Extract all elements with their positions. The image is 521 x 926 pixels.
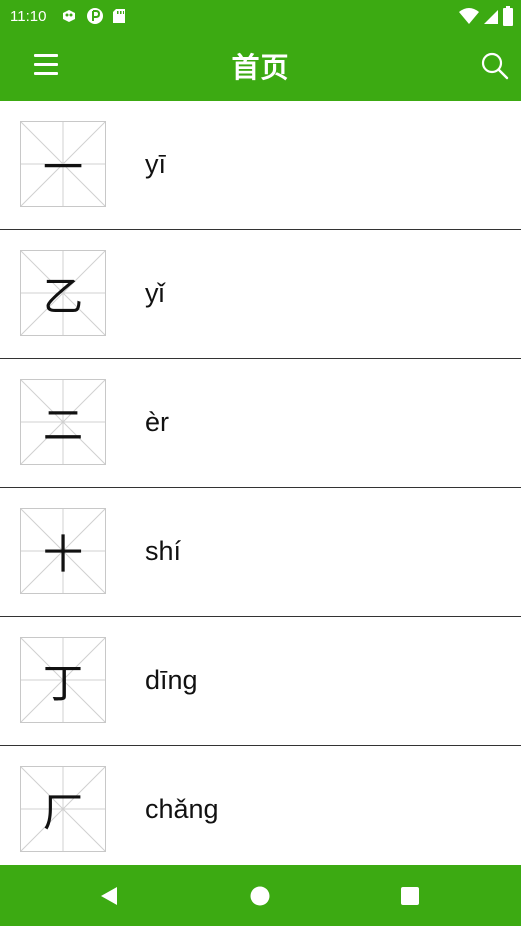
status-icons-left bbox=[60, 7, 126, 25]
page-title: 首页 bbox=[231, 51, 290, 84]
recents-icon bbox=[401, 887, 419, 905]
search-button[interactable] bbox=[481, 52, 509, 80]
back-button[interactable] bbox=[96, 883, 122, 909]
recents-button[interactable] bbox=[397, 883, 423, 909]
character: 一 bbox=[43, 145, 83, 191]
character: 十 bbox=[43, 532, 83, 578]
pinyin-label: shí bbox=[145, 536, 182, 566]
list-item[interactable]: 厂 chǎng bbox=[0, 746, 521, 865]
list-item[interactable]: 二 èr bbox=[0, 359, 521, 488]
pinyin-label: yī bbox=[145, 149, 167, 179]
signal-icon bbox=[484, 10, 498, 24]
list-item[interactable]: 乙 yǐ bbox=[0, 230, 521, 359]
search-icon bbox=[481, 52, 509, 80]
character: 厂 bbox=[43, 790, 83, 836]
list-item[interactable]: 一 yī bbox=[0, 101, 521, 230]
list-item[interactable]: 十 shí bbox=[0, 488, 521, 617]
status-bar: 11:10 bbox=[0, 0, 521, 32]
character: 乙 bbox=[43, 274, 83, 320]
status-icons-right bbox=[459, 6, 513, 26]
wifi-icon bbox=[459, 8, 479, 24]
back-icon bbox=[101, 887, 117, 905]
character-list: 一 yī 乙 yǐ 二 èr 十 shí 丁 dīng 厂 chǎng bbox=[0, 101, 521, 865]
battery-icon bbox=[503, 6, 513, 26]
pinyin-label: èr bbox=[145, 407, 170, 437]
character-grid: 一 bbox=[20, 121, 106, 207]
character-grid: 十 bbox=[20, 508, 106, 594]
pinyin-label: yǐ bbox=[145, 278, 165, 308]
app-bar: 首页 bbox=[0, 32, 521, 101]
home-icon bbox=[250, 886, 270, 906]
navigation-bar bbox=[0, 865, 521, 926]
sd-card-icon bbox=[113, 9, 126, 23]
list-item[interactable]: 丁 dīng bbox=[0, 617, 521, 746]
character: 二 bbox=[43, 403, 83, 449]
character-grid: 丁 bbox=[20, 637, 106, 723]
p-badge-icon bbox=[87, 8, 104, 24]
home-button[interactable] bbox=[247, 883, 273, 909]
pinyin-label: chǎng bbox=[145, 794, 219, 824]
character-grid: 厂 bbox=[20, 766, 106, 852]
character: 丁 bbox=[43, 661, 83, 707]
bug-icon bbox=[63, 10, 76, 22]
pinyin-label: dīng bbox=[145, 665, 198, 695]
status-time: 11:10 bbox=[10, 7, 47, 25]
character-grid: 二 bbox=[20, 379, 106, 465]
character-grid: 乙 bbox=[20, 250, 106, 336]
